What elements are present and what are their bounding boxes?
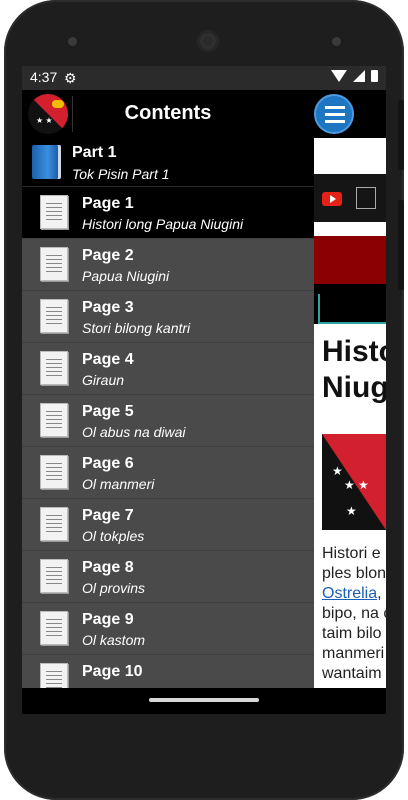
page-item-9[interactable]: Page 9 Ol kastom xyxy=(22,603,314,655)
page-icon xyxy=(40,403,68,437)
star-icon: ★ xyxy=(358,478,369,492)
page-title: Page 5 xyxy=(82,403,134,420)
page-title: Page 7 xyxy=(82,507,134,524)
page-icon xyxy=(40,455,68,489)
page-icon xyxy=(40,559,68,593)
contents-menu-button[interactable] xyxy=(314,94,354,134)
page-item-1[interactable]: Page 1 Histori long Papua Niugini xyxy=(22,187,314,239)
page-icon xyxy=(40,611,68,645)
status-time: 4:37 xyxy=(30,69,58,85)
page-item-7[interactable]: Page 7 Ol tokples xyxy=(22,499,314,551)
status-icons xyxy=(331,70,378,82)
heading-line-2: Niug xyxy=(322,371,386,404)
drawer-header: ★ ★ Contents xyxy=(22,90,314,138)
content-icon-bar xyxy=(314,174,386,222)
list-icon-line xyxy=(325,113,345,116)
content-nav-bar xyxy=(314,284,386,324)
volume-button xyxy=(398,200,404,290)
page-item-5[interactable]: Page 5 Ol abus na diwai xyxy=(22,395,314,447)
page-title: Page 10 xyxy=(82,663,143,680)
power-button xyxy=(398,100,404,170)
page-icon xyxy=(40,507,68,541)
page-title: Page 3 xyxy=(82,299,134,316)
settings-gear-icon: ⚙ xyxy=(64,70,77,86)
part-title: Part 1 xyxy=(72,144,117,161)
text-line: manmeri xyxy=(322,645,385,662)
page-item-3[interactable]: Page 3 Stori bilong kantri xyxy=(22,291,314,343)
text-line: Histori e xyxy=(322,545,381,562)
png-flag-image: ★ ★ ★ ★ xyxy=(322,434,386,530)
book-icon xyxy=(32,145,58,179)
star-icon: ★ xyxy=(344,478,355,492)
page-icon xyxy=(40,195,68,229)
text-line: wantaim xyxy=(322,665,382,682)
page-subtitle: Papua Niugini xyxy=(82,268,170,284)
page-subtitle: Histori long Papua Niugini xyxy=(82,216,244,232)
content-toolbar xyxy=(314,90,386,138)
signal-icon xyxy=(353,70,365,82)
page-subtitle: Stori bilong kantri xyxy=(82,320,191,336)
wifi-icon xyxy=(331,70,347,82)
star-icon: ★ xyxy=(332,464,343,478)
text-line: taim bilo xyxy=(322,625,382,642)
page-subtitle: Ol kastom xyxy=(82,632,146,648)
page-item-8[interactable]: Page 8 Ol provins xyxy=(22,551,314,603)
heading-line-1: Histo xyxy=(322,335,386,368)
ostrelia-link[interactable]: Ostrelia xyxy=(322,585,377,602)
part-1-item[interactable]: Part 1 Tok Pisin Part 1 xyxy=(22,138,314,187)
page-subtitle: Giraun xyxy=(82,372,125,388)
page-subtitle: Ol provins xyxy=(82,580,146,596)
screen: 4:37 ⚙ Histo Niug ★ ★ xyxy=(22,66,386,714)
part-subtitle: Tok Pisin Part 1 xyxy=(72,166,170,182)
article-content: Histo Niug ★ ★ ★ ★ Histori e ples blon O… xyxy=(314,90,386,714)
youtube-icon[interactable] xyxy=(322,192,342,206)
content-blank-strip xyxy=(314,138,386,174)
page-icon xyxy=(40,247,68,281)
article-heading: Histo Niug xyxy=(322,334,386,406)
page-subtitle: Ol tokples xyxy=(82,528,145,544)
home-gesture-pill[interactable] xyxy=(149,698,259,702)
document-icon[interactable] xyxy=(356,187,376,209)
page-title: Page 6 xyxy=(82,455,134,472)
text-line: Ostrelia, xyxy=(322,584,386,604)
page-icon xyxy=(40,299,68,333)
page-item-2[interactable]: Page 2 Papua Niugini xyxy=(22,239,314,291)
page-subtitle: Ol manmeri xyxy=(82,476,155,492)
content-banner xyxy=(314,236,386,284)
list-icon xyxy=(325,106,345,109)
battery-icon xyxy=(371,70,378,82)
page-subtitle: Ol abus na diwai xyxy=(82,424,186,440)
page-title: Page 9 xyxy=(82,611,134,628)
text-line: ples blon xyxy=(322,565,386,582)
sensor xyxy=(332,37,341,46)
page-title: Page 4 xyxy=(82,351,134,368)
page-title: Page 2 xyxy=(82,247,134,264)
page-item-4[interactable]: Page 4 Giraun xyxy=(22,343,314,395)
front-camera xyxy=(68,37,77,46)
drawer-title: Contents xyxy=(124,102,212,124)
contents-drawer: ★ ★ Contents Part 1 Tok Pisin Part 1 Pag… xyxy=(22,90,314,714)
page-title: Page 8 xyxy=(82,559,134,576)
text-fragment: , xyxy=(377,585,382,602)
star-icon: ★ xyxy=(346,504,357,518)
status-bar: 4:37 ⚙ xyxy=(22,66,386,90)
page-item-6[interactable]: Page 6 Ol manmeri xyxy=(22,447,314,499)
text-line: bipo, na c xyxy=(322,605,386,622)
list-icon-line xyxy=(325,120,345,123)
navigation-bar xyxy=(22,688,386,714)
page-icon xyxy=(40,351,68,385)
page-title: Page 1 xyxy=(82,195,134,212)
earpiece-speaker xyxy=(197,30,219,52)
article-text: Histori e ples blon Ostrelia, bipo, na c… xyxy=(322,544,386,684)
